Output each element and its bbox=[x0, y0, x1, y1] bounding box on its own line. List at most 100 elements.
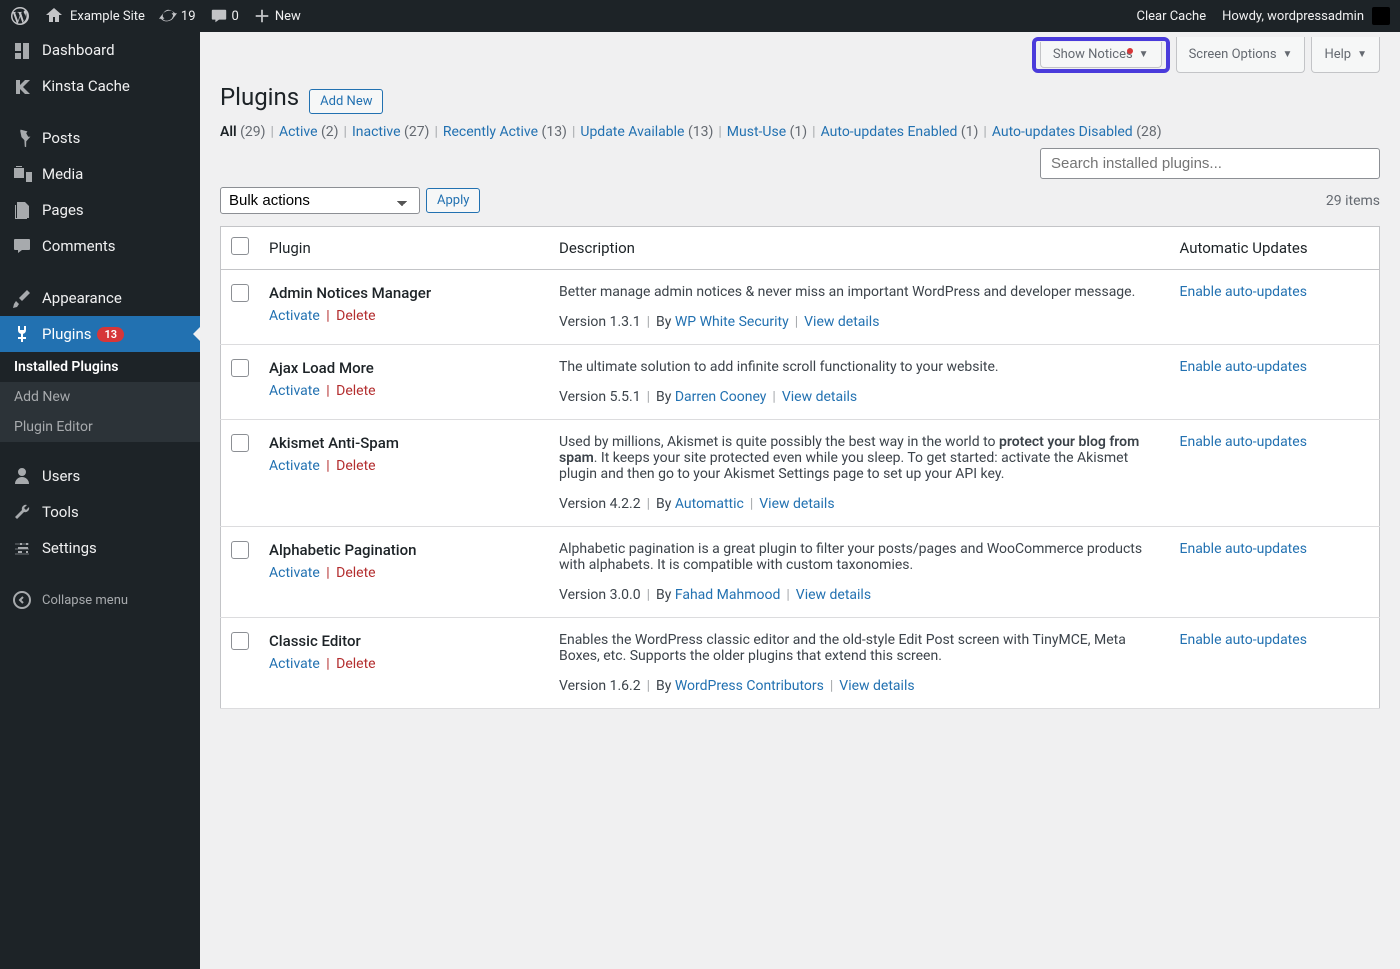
sidebar-item-settings[interactable]: Settings bbox=[0, 530, 200, 566]
plugin-name: Alphabetic Pagination bbox=[269, 541, 539, 559]
clear-cache-link[interactable]: Clear Cache bbox=[1137, 9, 1207, 24]
apply-button[interactable]: Apply bbox=[426, 188, 480, 213]
add-new-button[interactable]: Add New bbox=[309, 89, 383, 114]
sidebar-item-media[interactable]: Media bbox=[0, 156, 200, 192]
delete-link[interactable]: Delete bbox=[336, 458, 375, 474]
plugin-meta: Version 1.3.1|By WP White Security|View … bbox=[559, 314, 1160, 330]
activate-link[interactable]: Activate bbox=[269, 458, 320, 474]
plugin-name: Akismet Anti-Spam bbox=[269, 434, 539, 452]
show-notices-button[interactable]: Show Notices▼ bbox=[1040, 42, 1162, 68]
column-auto-updates[interactable]: Automatic Updates bbox=[1170, 227, 1380, 270]
filter-recently-active[interactable]: Recently Active (13) bbox=[443, 124, 567, 140]
filter-active[interactable]: Active (2) bbox=[279, 124, 339, 140]
new-content-icon[interactable]: New bbox=[253, 7, 301, 25]
plugin-description: The ultimate solution to add infinite sc… bbox=[559, 359, 999, 375]
search-input[interactable] bbox=[1040, 148, 1380, 179]
submenu-plugin-editor[interactable]: Plugin Editor bbox=[0, 412, 200, 442]
select-all-checkbox[interactable] bbox=[231, 237, 249, 255]
sidebar-item-appearance[interactable]: Appearance bbox=[0, 280, 200, 316]
brush-icon bbox=[12, 288, 32, 308]
plugin-meta: Version 4.2.2|By Automattic|View details bbox=[559, 496, 1160, 512]
row-checkbox[interactable] bbox=[231, 284, 249, 302]
avatar[interactable] bbox=[1372, 7, 1390, 25]
row-checkbox[interactable] bbox=[231, 359, 249, 377]
screen-options-button[interactable]: Screen Options▼ bbox=[1176, 37, 1306, 73]
delete-link[interactable]: Delete bbox=[336, 308, 375, 324]
filter-must-use[interactable]: Must-Use (1) bbox=[727, 124, 807, 140]
enable-auto-updates-link[interactable]: Enable auto-updates bbox=[1180, 541, 1307, 557]
row-checkbox[interactable] bbox=[231, 434, 249, 452]
table-row: Admin Notices ManagerActivate | DeleteBe… bbox=[221, 270, 1380, 345]
delete-link[interactable]: Delete bbox=[336, 565, 375, 581]
delete-link[interactable]: Delete bbox=[336, 383, 375, 399]
plugin-description: Enables the WordPress classic editor and… bbox=[559, 632, 1126, 664]
notice-indicator-dot bbox=[1127, 48, 1133, 54]
column-description[interactable]: Description bbox=[549, 227, 1170, 270]
pin-icon bbox=[12, 128, 32, 148]
view-details-link[interactable]: View details bbox=[759, 496, 834, 512]
filter-auto-updates-disabled[interactable]: Auto-updates Disabled (28) bbox=[992, 124, 1162, 140]
author-link[interactable]: WP White Security bbox=[675, 314, 789, 330]
sidebar-item-comments[interactable]: Comments bbox=[0, 228, 200, 264]
sidebar-item-pages[interactable]: Pages bbox=[0, 192, 200, 228]
plugin-meta: Version 1.6.2|By WordPress Contributors|… bbox=[559, 678, 1160, 694]
updates-icon[interactable]: 19 bbox=[159, 7, 196, 25]
pages-icon bbox=[12, 200, 32, 220]
table-row: Classic EditorActivate | DeleteEnables t… bbox=[221, 618, 1380, 709]
wordpress-logo-icon[interactable] bbox=[10, 6, 30, 26]
sidebar-item-posts[interactable]: Posts bbox=[0, 120, 200, 156]
kinsta-icon bbox=[12, 76, 32, 96]
author-link[interactable]: Automattic bbox=[675, 496, 744, 512]
column-plugin[interactable]: Plugin bbox=[259, 227, 549, 270]
filter-inactive[interactable]: Inactive (27) bbox=[352, 124, 429, 140]
author-link[interactable]: Darren Cooney bbox=[675, 389, 767, 405]
sidebar-item-tools[interactable]: Tools bbox=[0, 494, 200, 530]
filter-all[interactable]: All (29) bbox=[220, 124, 266, 140]
sidebar-item-dashboard[interactable]: Dashboard bbox=[0, 32, 200, 68]
wrench-icon bbox=[12, 502, 32, 522]
view-details-link[interactable]: View details bbox=[839, 678, 914, 694]
enable-auto-updates-link[interactable]: Enable auto-updates bbox=[1180, 434, 1307, 450]
activate-link[interactable]: Activate bbox=[269, 383, 320, 399]
howdy-user-link[interactable]: Howdy, wordpressadmin bbox=[1222, 9, 1364, 24]
row-checkbox[interactable] bbox=[231, 632, 249, 650]
author-link[interactable]: Fahad Mahmood bbox=[675, 587, 781, 603]
enable-auto-updates-link[interactable]: Enable auto-updates bbox=[1180, 284, 1307, 300]
plugin-meta: Version 3.0.0|By Fahad Mahmood|View deta… bbox=[559, 587, 1160, 603]
chevron-down-icon: ▼ bbox=[1283, 49, 1293, 60]
media-icon bbox=[12, 164, 32, 184]
plugins-submenu: Installed PluginsAdd NewPlugin Editor bbox=[0, 352, 200, 442]
view-details-link[interactable]: View details bbox=[804, 314, 879, 330]
submenu-add-new[interactable]: Add New bbox=[0, 382, 200, 412]
help-button[interactable]: Help▼ bbox=[1311, 37, 1380, 73]
activate-link[interactable]: Activate bbox=[269, 308, 320, 324]
activate-link[interactable]: Activate bbox=[269, 565, 320, 581]
admin-sidebar: DashboardKinsta Cache PostsMediaPagesComm… bbox=[0, 32, 200, 969]
filter-auto-updates-enabled[interactable]: Auto-updates Enabled (1) bbox=[821, 124, 979, 140]
submenu-installed-plugins[interactable]: Installed Plugins bbox=[0, 352, 200, 382]
dashboard-icon bbox=[12, 40, 32, 60]
comments-icon bbox=[12, 236, 32, 256]
sidebar-item-plugins[interactable]: Plugins13 bbox=[0, 316, 200, 352]
home-icon[interactable]: Example Site bbox=[44, 6, 145, 26]
comment-bubble-icon[interactable]: 0 bbox=[210, 7, 239, 25]
view-details-link[interactable]: View details bbox=[796, 587, 871, 603]
enable-auto-updates-link[interactable]: Enable auto-updates bbox=[1180, 359, 1307, 375]
bulk-actions-select[interactable]: Bulk actions bbox=[220, 187, 420, 214]
table-row: Ajax Load MoreActivate | DeleteThe ultim… bbox=[221, 345, 1380, 420]
enable-auto-updates-link[interactable]: Enable auto-updates bbox=[1180, 632, 1307, 648]
sidebar-item-kinsta-cache[interactable]: Kinsta Cache bbox=[0, 68, 200, 104]
sidebar-item-users[interactable]: Users bbox=[0, 458, 200, 494]
sidebar-item-collapse-menu[interactable]: Collapse menu bbox=[0, 582, 200, 618]
author-link[interactable]: WordPress Contributors bbox=[675, 678, 824, 694]
activate-link[interactable]: Activate bbox=[269, 656, 320, 672]
plugins-table: Plugin Description Automatic Updates Adm… bbox=[220, 226, 1380, 709]
row-checkbox[interactable] bbox=[231, 541, 249, 559]
filter-update-available[interactable]: Update Available (13) bbox=[580, 124, 713, 140]
chevron-down-icon: ▼ bbox=[1357, 49, 1367, 60]
collapse-icon bbox=[12, 590, 32, 610]
plugin-name: Classic Editor bbox=[269, 632, 539, 650]
table-row: Alphabetic PaginationActivate | DeleteAl… bbox=[221, 527, 1380, 618]
view-details-link[interactable]: View details bbox=[782, 389, 857, 405]
delete-link[interactable]: Delete bbox=[336, 656, 375, 672]
